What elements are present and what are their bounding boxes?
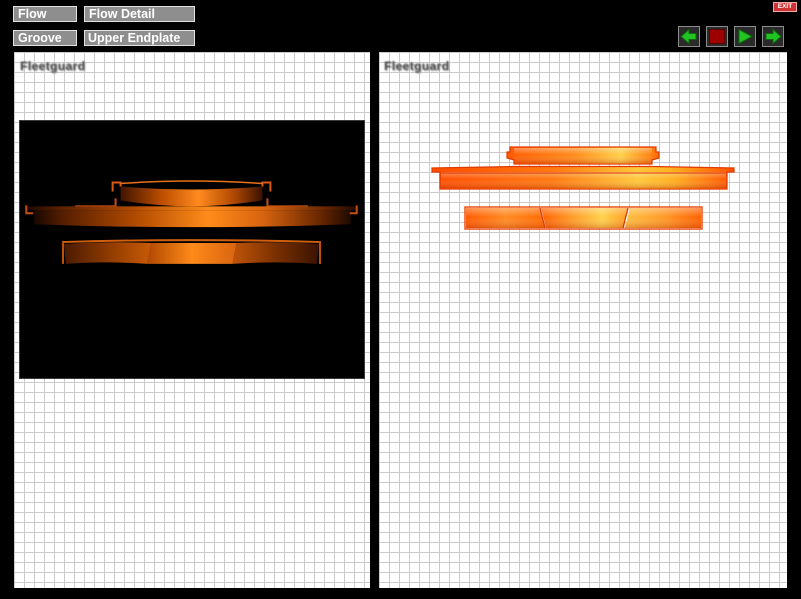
play-button[interactable] bbox=[734, 26, 756, 47]
lower-part-section bbox=[464, 206, 703, 230]
arrow-right-icon bbox=[765, 28, 782, 45]
next-button[interactable] bbox=[762, 26, 784, 47]
exit-button[interactable]: EXIT bbox=[773, 2, 797, 12]
upper-endplate-button[interactable]: Upper Endplate bbox=[84, 30, 195, 46]
upper-part-3d bbox=[111, 180, 272, 207]
arrow-left-icon bbox=[680, 28, 697, 45]
cross-section-view bbox=[431, 146, 735, 230]
flow-button[interactable]: Flow bbox=[13, 6, 77, 22]
left-panel: Fleetguard bbox=[14, 52, 370, 588]
flow-detail-button[interactable]: Flow Detail bbox=[84, 6, 195, 22]
stop-button[interactable] bbox=[706, 26, 728, 47]
previous-button[interactable] bbox=[678, 26, 700, 47]
fleetguard-watermark: Fleetguard bbox=[20, 59, 86, 73]
render-3d-image bbox=[25, 180, 358, 264]
lower-part-3d bbox=[61, 239, 322, 264]
upper-part-section bbox=[431, 146, 735, 190]
stop-icon bbox=[709, 29, 725, 44]
right-panel: Fleetguard bbox=[379, 52, 787, 588]
play-icon bbox=[738, 28, 754, 45]
groove-button[interactable]: Groove bbox=[13, 30, 77, 46]
render-3d-viewport bbox=[19, 120, 365, 379]
